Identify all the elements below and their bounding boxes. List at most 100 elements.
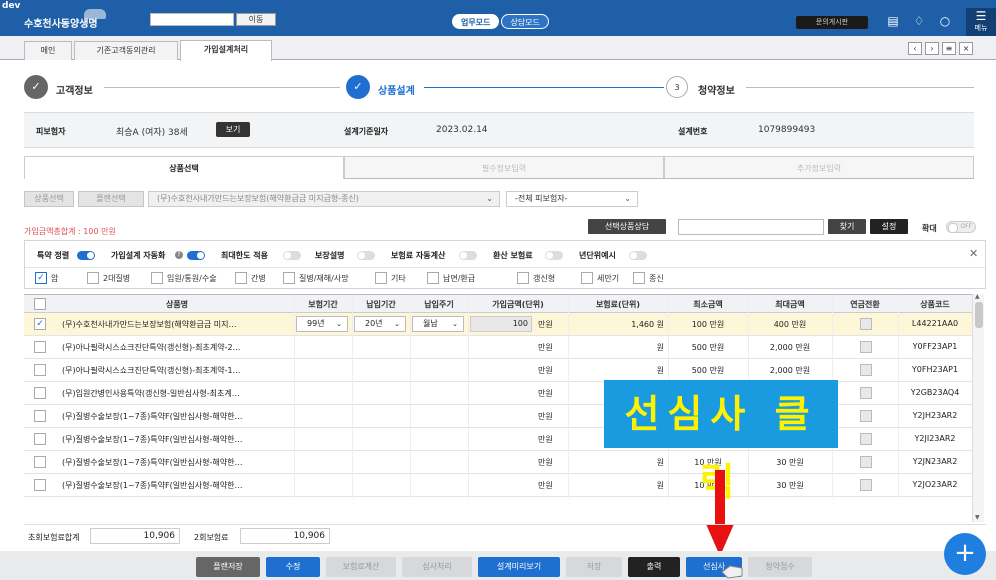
annuity-checkbox[interactable]	[860, 433, 872, 445]
print-button[interactable]: 출력	[628, 557, 680, 577]
category-checkbox[interactable]	[633, 272, 645, 284]
first-premium-value: 10,906	[90, 528, 180, 544]
table-row[interactable]: (무)아나필락시스쇼크진단특약(갱신형)-최초계약-2… 만원 원 500 만원…	[24, 336, 972, 359]
annuity-checkbox[interactable]	[860, 318, 872, 330]
table-row[interactable]: (무)아나필락시스쇼크진단특약(갱신형)-최초계약-1… 만원 원 500 만원…	[24, 359, 972, 382]
category-checkbox[interactable]	[375, 272, 387, 284]
calc-premium-button[interactable]: 보험료계산	[326, 557, 396, 577]
premium-value: 원	[656, 343, 664, 352]
row-checkbox[interactable]	[34, 364, 46, 376]
help-icon[interactable]: ?	[175, 251, 183, 259]
plan-select-button[interactable]: 플랜선택	[78, 191, 144, 207]
toggle-label: 최대한도 적용	[221, 251, 268, 260]
bell-icon[interactable]: ♢	[912, 14, 926, 28]
step-1-check-icon: ✓	[24, 75, 48, 99]
insured-filter-dropdown[interactable]: -전체 피보험자- ⌄	[506, 191, 638, 207]
zoom-toggle[interactable]: OFF	[946, 221, 976, 233]
close-icon[interactable]: ✕	[969, 247, 978, 260]
review-process-button[interactable]: 심사처리	[402, 557, 472, 577]
tab-list-button[interactable]: ≡	[942, 42, 956, 55]
table-row[interactable]: (무)질병수술보장(1~7종)특약F(일반심사형-해약한… 만원 원 10 만원…	[24, 451, 972, 474]
row-checkbox[interactable]	[34, 479, 46, 491]
quick-search-input[interactable]	[150, 13, 234, 26]
category-checkbox[interactable]	[283, 272, 295, 284]
menu-button[interactable]: ☰ 메뉴	[966, 8, 996, 36]
toggle-converted-premium[interactable]	[545, 251, 563, 260]
step-2-label[interactable]: 상품설계	[378, 82, 415, 97]
add-fab-button[interactable]: +	[944, 533, 986, 575]
category-checkbox[interactable]	[151, 272, 163, 284]
tab-product-select[interactable]: 상품선택	[24, 156, 344, 179]
scroll-down-icon[interactable]: ▼	[975, 514, 980, 521]
category-checkbox[interactable]	[87, 272, 99, 284]
selected-consult-button[interactable]: 선택상품상담	[588, 219, 666, 234]
tab-required-info[interactable]: 필수정보입력	[344, 156, 664, 179]
angel-logo-icon	[84, 9, 106, 19]
tab-additional-info[interactable]: 추가정보입력	[664, 156, 974, 179]
category-checkbox[interactable]	[581, 272, 593, 284]
step-1-label[interactable]: 고객정보	[56, 82, 93, 97]
toggle-auto-design[interactable]	[187, 251, 205, 260]
toggle-coverage-desc[interactable]	[357, 251, 375, 260]
step-3-label[interactable]: 청약정보	[698, 82, 735, 97]
toggle-max-limit[interactable]	[283, 251, 301, 260]
category-checkbox[interactable]	[517, 272, 529, 284]
save-plan-button[interactable]: 플랜저장	[196, 557, 260, 577]
edit-button[interactable]: 수정	[266, 557, 320, 577]
toggle-sort-rider[interactable]	[77, 251, 95, 260]
design-preview-button[interactable]: 설계미리보기	[478, 557, 560, 577]
period-dropdown[interactable]: 99년 ⌄	[296, 316, 348, 332]
scroll-thumb[interactable]	[975, 302, 983, 328]
toggle-yearly-example[interactable]	[629, 251, 647, 260]
col-period: 보험기간	[308, 300, 338, 309]
consult-mode-button[interactable]: 상담모드	[501, 14, 549, 29]
view-button[interactable]: 보기	[216, 122, 250, 137]
product-name: (무)질병수술보장(1~7종)특약F(일반심사형-해약한…	[62, 458, 243, 467]
annuity-checkbox[interactable]	[860, 456, 872, 468]
annuity-checkbox[interactable]	[860, 387, 872, 399]
inquiry-board-button[interactable]: 문의게시판	[796, 16, 868, 29]
submit-application-button[interactable]: 청약접수	[748, 557, 812, 577]
table-row[interactable]: ✓ (무)수호천사내가만드는보장보험(해약환급금 미지… 99년 ⌄ 20년 ⌄ 월…	[24, 313, 972, 336]
tab-prev-button[interactable]: ‹	[908, 42, 922, 55]
annuity-checkbox[interactable]	[860, 479, 872, 491]
product-dropdown[interactable]: (무)수호천사내가만드는보장보험(해약환급금 미지급형-종신) ⌄	[148, 191, 500, 207]
category-checkbox[interactable]	[427, 272, 439, 284]
category-checkbox[interactable]	[235, 272, 247, 284]
zoom-label: 확대	[922, 224, 937, 233]
row-checkbox[interactable]	[34, 433, 46, 445]
pay-period-dropdown[interactable]: 20년 ⌄	[354, 316, 406, 332]
tab-consent[interactable]: 기존고객동의관리	[74, 41, 178, 60]
row-checkbox[interactable]	[34, 456, 46, 468]
product-select-button[interactable]: 상품선택	[24, 191, 74, 207]
annuity-checkbox[interactable]	[860, 364, 872, 376]
tab-close-button[interactable]: ×	[959, 42, 973, 55]
power-icon[interactable]: ○	[938, 14, 952, 28]
second-premium-label: 2회보험료	[194, 533, 229, 542]
max-value: 2,000 만원	[769, 343, 811, 352]
work-mode-button[interactable]: 업무모드	[452, 14, 500, 29]
tab-main[interactable]: 메인	[24, 41, 72, 60]
save-button[interactable]: 저장	[566, 557, 622, 577]
table-scrollbar[interactable]: ▲ ▼	[972, 293, 984, 522]
row-checkbox[interactable]	[34, 410, 46, 422]
calendar-icon[interactable]: ▤	[886, 14, 900, 28]
go-button[interactable]: 이동	[236, 13, 276, 26]
annuity-checkbox[interactable]	[860, 341, 872, 353]
tab-next-button[interactable]: ›	[925, 42, 939, 55]
pay-cycle-dropdown[interactable]: 월납 ⌄	[412, 316, 464, 332]
annuity-checkbox[interactable]	[860, 410, 872, 422]
table-row[interactable]: (무)질병수술보장(1~7종)특약F(일반심사형-해약한… 만원 원 10 만원…	[24, 474, 972, 497]
row-checkbox[interactable]	[34, 387, 46, 399]
settings-button[interactable]: 설정	[870, 219, 908, 234]
tab-design[interactable]: 가입설계처리	[180, 40, 272, 61]
select-all-checkbox[interactable]	[34, 298, 46, 310]
row-checkbox[interactable]: ✓	[34, 318, 46, 330]
product-search-input[interactable]	[678, 219, 824, 235]
amount-input[interactable]: 100	[470, 316, 532, 332]
row-checkbox[interactable]	[34, 341, 46, 353]
find-button[interactable]: 찾기	[828, 219, 866, 234]
category-checkbox-cancer[interactable]: ✓	[35, 272, 47, 284]
scroll-up-icon[interactable]: ▲	[975, 293, 980, 300]
toggle-auto-premium[interactable]	[459, 251, 477, 260]
